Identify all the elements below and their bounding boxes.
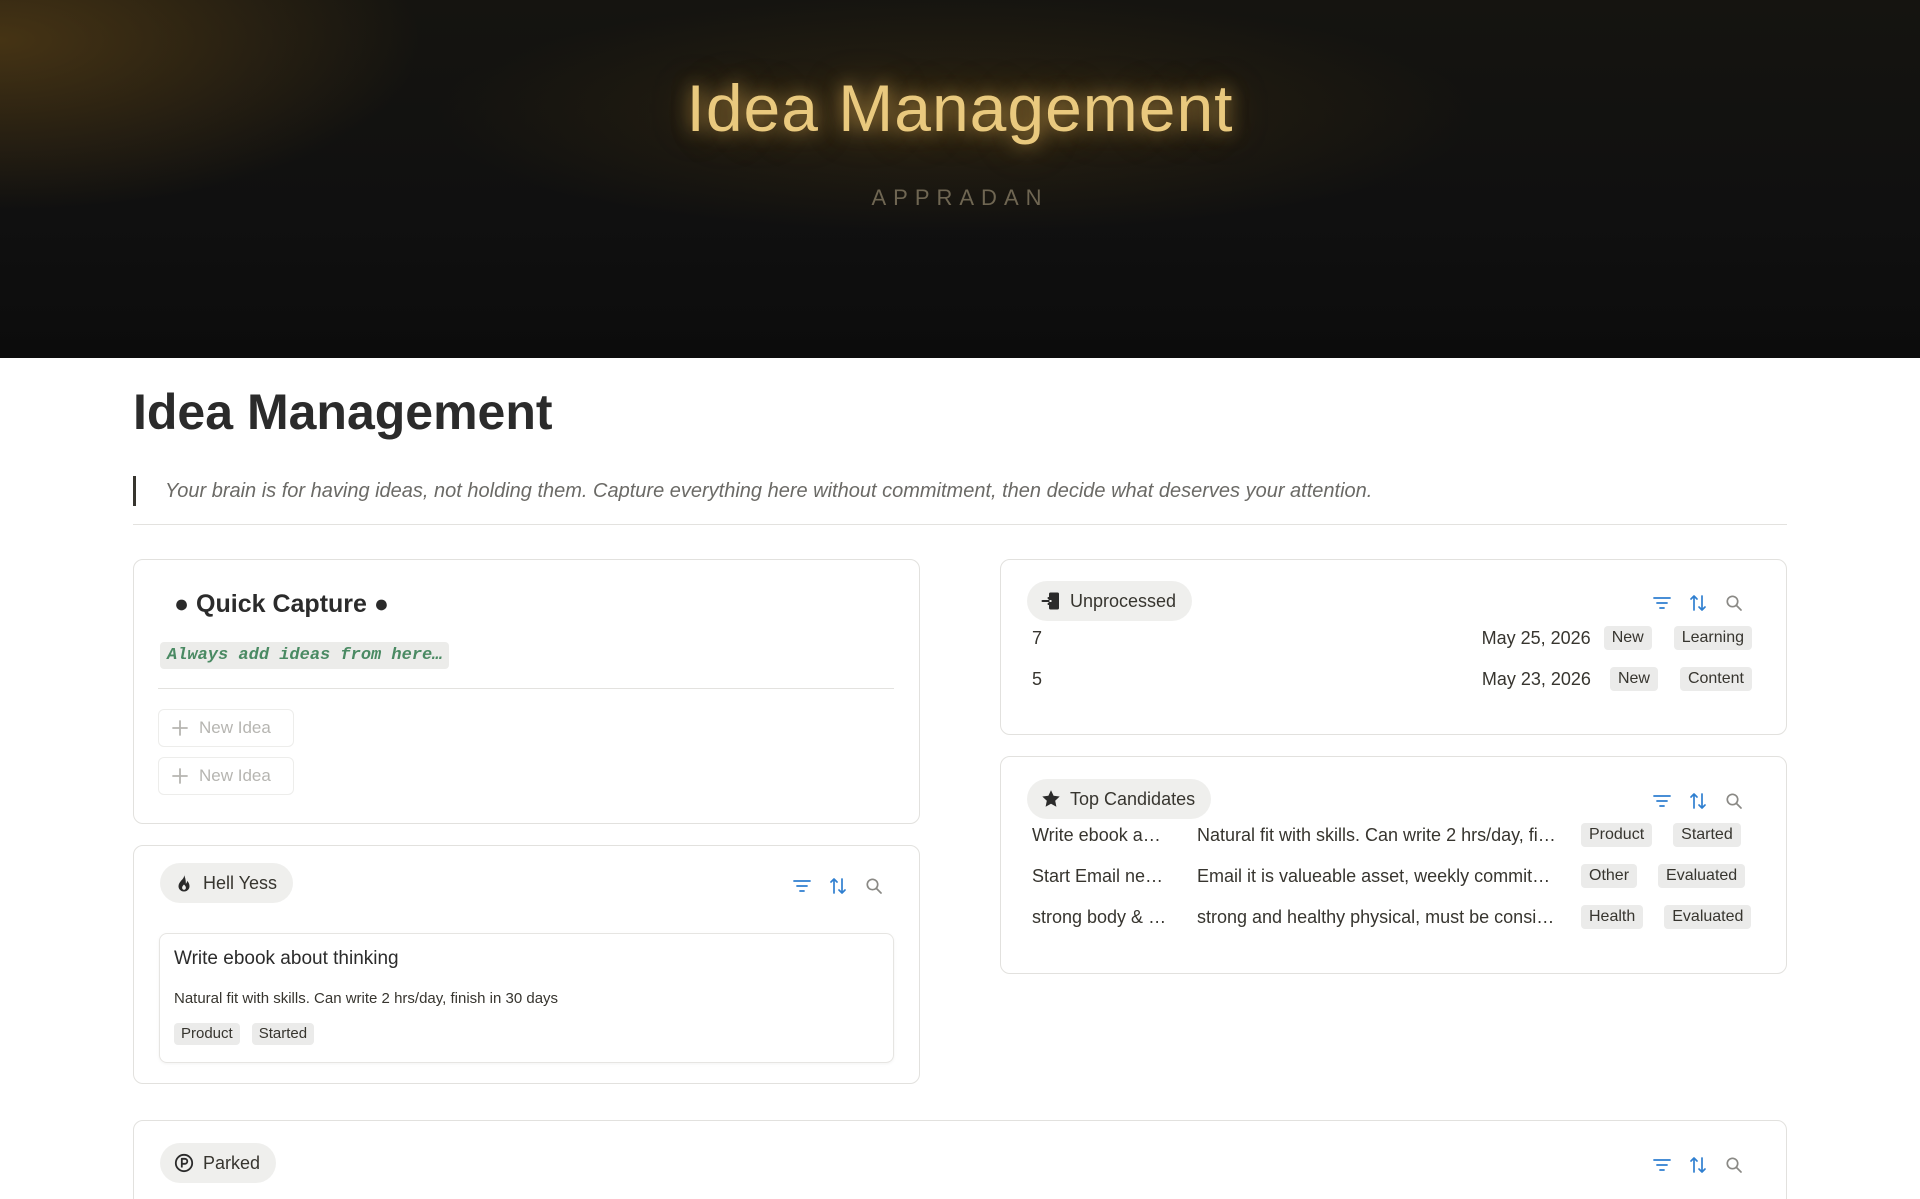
star-icon	[1042, 790, 1060, 807]
sort-icon[interactable]	[1688, 1155, 1708, 1175]
score-value: 7	[1032, 627, 1043, 648]
new-idea-button[interactable]: New Idea	[158, 757, 294, 795]
status-tag: New	[1603, 626, 1652, 650]
status-tag: New	[1609, 667, 1658, 691]
search-icon[interactable]	[1724, 593, 1744, 613]
category-tag: Product	[174, 1023, 240, 1045]
view-tab-label: Parked	[203, 1152, 261, 1173]
idea-notes: strong and healthy physical, must be con…	[1197, 906, 1555, 927]
hell-yess-view: Hell Yess Write ebook about thinking Nat…	[133, 845, 920, 1084]
status-tag: Evaluated	[1658, 864, 1746, 888]
top-candidates-view: Top Candidates Write ebook a… Natural fi…	[1000, 756, 1787, 974]
view-tab-top-candidates[interactable]: Top Candidates	[1027, 779, 1212, 819]
category-tag: Health	[1581, 905, 1644, 929]
idea-name: Write ebook a…	[1032, 824, 1161, 845]
category-tag: Content	[1679, 667, 1752, 691]
idea-notes: Natural fit with skills. Can write 2 hrs…	[1197, 824, 1556, 845]
divider	[158, 688, 894, 689]
view-tab-label: Top Candidates	[1070, 788, 1196, 809]
cover-banner: Idea Management APPRADAN	[0, 0, 1920, 358]
filter-icon[interactable]	[1652, 593, 1672, 613]
search-icon[interactable]	[1724, 1155, 1744, 1175]
view-tab-parked[interactable]: Parked	[160, 1143, 277, 1183]
status-tag: Started	[251, 1023, 315, 1045]
filter-icon[interactable]	[1652, 791, 1672, 811]
banner-title: Idea Management	[686, 71, 1234, 145]
quick-capture-hint: Always add ideas from here…	[160, 642, 450, 669]
new-idea-label: New Idea	[199, 718, 271, 737]
status-tag: Started	[1673, 823, 1741, 847]
date-value: May 25, 2026	[1481, 627, 1591, 648]
view-tab-hell-yess[interactable]: Hell Yess	[160, 863, 294, 903]
filter-icon[interactable]	[792, 876, 812, 896]
banner-subtitle: APPRADAN	[871, 185, 1049, 210]
idea-notes: Email it is valueable asset, weekly comm…	[1197, 865, 1551, 886]
divider	[133, 524, 1787, 525]
plus-icon	[172, 768, 188, 784]
category-tag: Product	[1581, 823, 1653, 847]
sort-icon[interactable]	[1688, 593, 1708, 613]
inbox-enter-icon	[1041, 592, 1059, 610]
new-idea-button[interactable]: New Idea	[158, 709, 294, 747]
list-item[interactable]: 5 May 23, 2026 New Content	[1032, 663, 1752, 695]
category-tag: Other	[1581, 864, 1638, 888]
table-row[interactable]: Write ebook a… Natural fit with skills. …	[1032, 819, 1752, 851]
table-row[interactable]: Start Email ne… Email it is valueable as…	[1032, 860, 1752, 892]
page-quote: Your brain is for having ideas, not hold…	[133, 476, 1787, 506]
fire-icon	[178, 874, 190, 892]
view-tab-label: Unprocessed	[1070, 590, 1177, 611]
view-tab-label: Hell Yess	[203, 872, 278, 893]
idea-name: strong body & …	[1032, 906, 1167, 927]
idea-card[interactable]: Write ebook about thinking Natural fit w…	[159, 933, 894, 1063]
page-title: Idea Management	[133, 384, 553, 440]
status-tag: Evaluated	[1664, 905, 1752, 929]
new-idea-label: New Idea	[199, 766, 271, 785]
category-tag: Learning	[1673, 626, 1752, 650]
idea-name: Start Email ne…	[1032, 865, 1164, 886]
parked-view: Parked	[133, 1120, 1787, 1199]
search-icon[interactable]	[1724, 791, 1744, 811]
idea-card-description: Natural fit with skills. Can write 2 hrs…	[174, 990, 559, 1007]
sort-icon[interactable]	[1688, 791, 1708, 811]
idea-card-title: Write ebook about thinking	[174, 948, 399, 969]
score-value: 5	[1032, 668, 1043, 689]
filter-icon[interactable]	[1652, 1155, 1672, 1175]
search-icon[interactable]	[864, 876, 884, 896]
parking-icon	[174, 1153, 194, 1173]
unprocessed-view: Unprocessed 7 May 25, 2026 New Learning …	[1000, 559, 1787, 735]
table-row[interactable]: strong body & … strong and healthy physi…	[1032, 901, 1752, 933]
quick-capture-card: ● Quick Capture ● Always add ideas from …	[133, 559, 920, 824]
view-tab-unprocessed[interactable]: Unprocessed	[1027, 581, 1193, 621]
date-value: May 23, 2026	[1481, 668, 1591, 689]
quick-capture-title: ● Quick Capture ●	[174, 590, 389, 618]
list-item[interactable]: 7 May 25, 2026 New Learning	[1032, 622, 1752, 654]
sort-icon[interactable]	[828, 876, 848, 896]
plus-icon	[172, 720, 188, 736]
